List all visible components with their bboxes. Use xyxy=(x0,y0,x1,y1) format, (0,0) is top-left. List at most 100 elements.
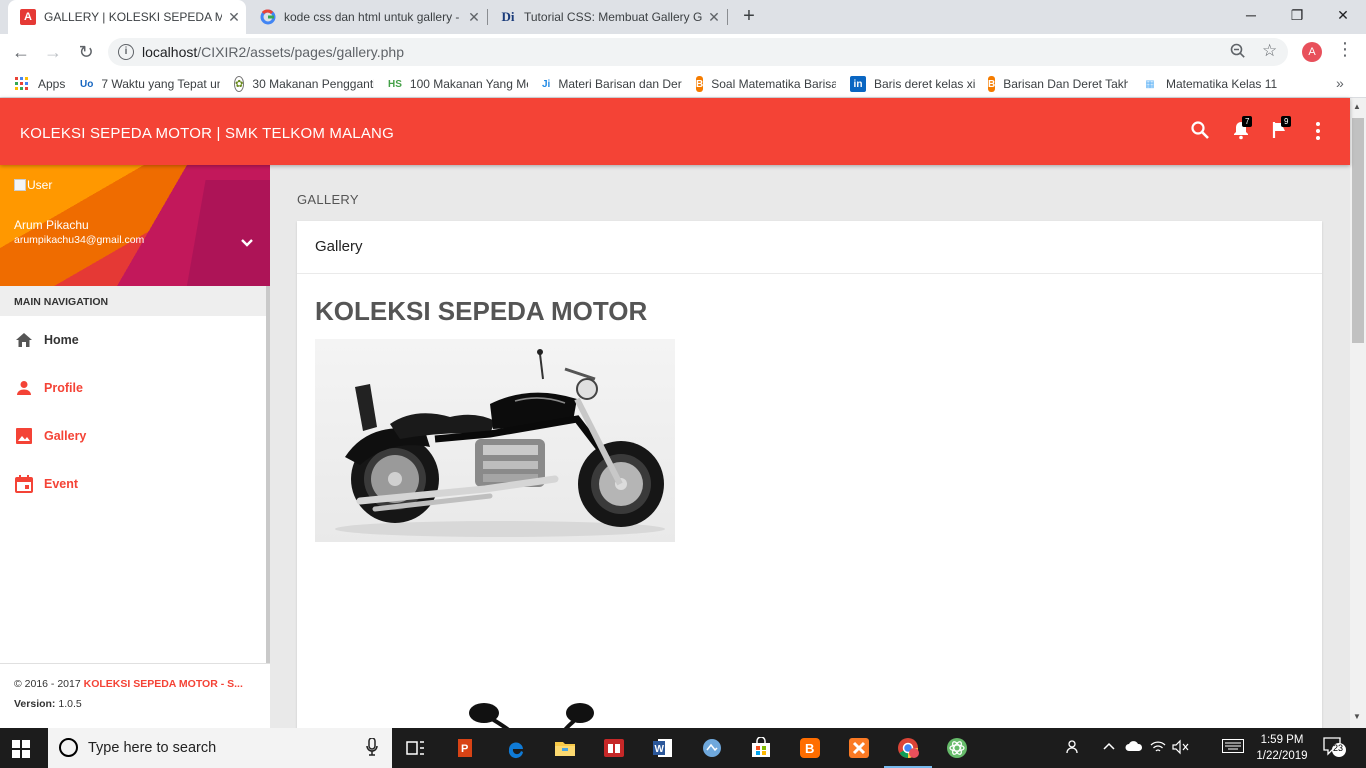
apps-grid-icon xyxy=(14,76,30,92)
microphone-icon[interactable] xyxy=(366,737,378,756)
svg-text:B: B xyxy=(805,741,814,756)
notification-badge: 7 xyxy=(1242,116,1253,127)
bookmark-item[interactable]: B Barisan Dan Deret Takhingga... xyxy=(988,76,1128,92)
store-icon[interactable] xyxy=(747,734,775,762)
address-bar[interactable]: i localhost/CIXIR2/assets/pages/gallery.… xyxy=(108,38,1288,66)
task-view-icon[interactable] xyxy=(402,734,430,762)
volume-mute-icon[interactable] xyxy=(1172,739,1190,758)
bookmark-item[interactable]: ✿ 30 Makanan Pengganti... xyxy=(234,76,374,92)
decorative-shape xyxy=(184,180,270,286)
minimize-button[interactable]: ─ xyxy=(1228,0,1274,30)
chevron-up-icon[interactable] xyxy=(1102,739,1116,756)
main-navigation: Home Profile Gallery Event xyxy=(0,316,266,508)
copyright-years: © 2016 - 2017 xyxy=(14,678,84,690)
action-center-button[interactable]: 23 xyxy=(1322,736,1346,761)
user-name: Arum Pikachu xyxy=(14,218,89,232)
chrome-icon[interactable] xyxy=(884,734,932,768)
version-label: Version: xyxy=(14,698,56,710)
scrollbar-thumb[interactable] xyxy=(1352,118,1364,343)
profile-avatar[interactable]: A xyxy=(1302,42,1322,62)
info-icon[interactable]: i xyxy=(118,44,134,60)
keyboard-icon[interactable] xyxy=(1222,739,1244,756)
google-g-icon xyxy=(260,9,276,25)
uo-logo-icon: Uo xyxy=(80,78,94,90)
edge-browser-icon[interactable] xyxy=(502,734,530,762)
sidebar-item-event[interactable]: Event xyxy=(0,460,266,508)
blogger-icon: B xyxy=(696,76,704,92)
people-icon[interactable] xyxy=(1066,739,1082,758)
bookmark-star-icon[interactable]: ☆ xyxy=(1262,41,1277,61)
sidebar-item-gallery[interactable]: Gallery xyxy=(0,412,266,460)
new-tab-button[interactable]: + xyxy=(738,5,760,27)
nav-header: MAIN NAVIGATION xyxy=(0,286,266,316)
gallery-card: Gallery KOLEKSI SEPEDA MOTOR xyxy=(297,221,1322,741)
bookmark-label: Barisan Dan Deret Takhingga... xyxy=(1003,77,1128,91)
tab-title: kode css dan html untuk gallery - Google… xyxy=(284,10,462,24)
motorcycle-photo[interactable] xyxy=(315,339,675,542)
copyright-brand[interactable]: KOLEKSI SEPEDA MOTOR - S... xyxy=(84,678,243,690)
tab-gallery[interactable]: A GALLERY | KOLESKI SEPEDA MOTOR | SMK T… xyxy=(8,0,246,34)
xampp-icon[interactable] xyxy=(845,734,873,762)
browser-menu-icon[interactable]: ⋮ xyxy=(1336,39,1354,60)
left-sidebar: User Arum Pikachu arumpikachu34@gmail.co… xyxy=(0,165,270,728)
bookmark-item[interactable]: ▦ Matematika Kelas 11 xyxy=(1142,76,1282,92)
url-text[interactable]: localhost/CIXIR2/assets/pages/gallery.ph… xyxy=(142,44,404,60)
file-explorer-icon[interactable] xyxy=(551,734,579,762)
windows-taskbar: Type here to search P W B 1:59 PM 1/22/2… xyxy=(0,728,1366,768)
blogger-app-icon[interactable]: B xyxy=(796,734,824,762)
reload-icon[interactable]: ↻ xyxy=(75,41,97,63)
more-vert-icon[interactable] xyxy=(1310,120,1334,144)
close-icon[interactable]: ✕ xyxy=(702,9,726,26)
app-brand[interactable]: KOLEKSI SEPEDA MOTOR | SMK TELKOM MALANG xyxy=(20,125,394,142)
word-icon[interactable]: W xyxy=(649,734,677,762)
close-icon[interactable]: ✕ xyxy=(222,9,246,26)
user-email: arumpikachu34@gmail.com xyxy=(14,234,145,246)
scroll-down-arrow-icon[interactable]: ▼ xyxy=(1353,712,1361,721)
tasks-badge: 9 xyxy=(1281,116,1292,127)
bookmark-label: Apps xyxy=(38,77,66,91)
food-icon: ✿ xyxy=(234,76,245,92)
tab-google-search[interactable]: kode css dan html untuk gallery - Google… xyxy=(248,0,486,34)
page-scrollbar[interactable]: ▲ ▼ xyxy=(1350,98,1366,728)
page-icon: ▦ xyxy=(1145,78,1155,90)
chevron-down-icon[interactable] xyxy=(240,235,254,251)
scroll-up-arrow-icon[interactable]: ▲ xyxy=(1353,102,1361,111)
url-path: /CIXIR2/assets/pages/gallery.php xyxy=(197,44,405,60)
bookmark-item[interactable]: B Soal Matematika Barisan... xyxy=(696,76,836,92)
forward-arrow-icon[interactable]: → xyxy=(42,41,64,63)
windows-start-icon[interactable] xyxy=(12,740,30,758)
flag-app-icon[interactable]: P xyxy=(452,734,480,762)
bookmark-item[interactable]: in Baris deret kelas xi xyxy=(850,76,980,92)
home-icon xyxy=(14,330,34,350)
atom-icon[interactable] xyxy=(943,734,971,762)
sidebar-item-profile[interactable]: Profile xyxy=(0,364,266,412)
sidebar-item-label: Home xyxy=(44,333,79,347)
bookmark-label: 30 Makanan Pengganti... xyxy=(252,77,374,91)
taskbar-clock[interactable]: 1:59 PM 1/22/2019 xyxy=(1252,732,1312,764)
cloud-app-icon[interactable] xyxy=(698,734,726,762)
search-icon[interactable] xyxy=(1190,120,1214,144)
sidebar-item-home[interactable]: Home xyxy=(0,316,266,364)
bookmark-apps[interactable]: Apps xyxy=(14,76,65,92)
notifications-button[interactable]: 7 xyxy=(1231,116,1255,144)
bookmark-item[interactable]: Ji Materi Barisan dan Deret... xyxy=(542,76,682,92)
bookmark-item[interactable]: HS 100 Makanan Yang Mengandung... xyxy=(388,76,528,92)
taskbar-search-box[interactable]: Type here to search xyxy=(48,728,392,768)
reader-app-icon[interactable] xyxy=(600,734,628,762)
restore-button[interactable]: ❐ xyxy=(1274,0,1320,30)
bookmark-label: Soal Matematika Barisan... xyxy=(711,77,836,91)
clock-date: 1/22/2019 xyxy=(1256,750,1308,762)
bookmark-item[interactable]: Uo 7 Waktu yang Tepat untuk... xyxy=(80,76,220,92)
close-window-button[interactable]: ✕ xyxy=(1320,0,1366,30)
chevron-right-icon[interactable]: » xyxy=(1336,75,1344,91)
zoom-icon[interactable] xyxy=(1230,43,1246,64)
back-arrow-icon[interactable]: ← xyxy=(10,41,32,63)
onedrive-cloud-icon[interactable] xyxy=(1125,739,1143,756)
tab-tutorial-css[interactable]: Di Tutorial CSS: Membuat Gallery Gambar … xyxy=(488,0,726,34)
wifi-icon[interactable] xyxy=(1150,739,1166,758)
close-icon[interactable]: ✕ xyxy=(462,9,486,26)
clock-time: 1:59 PM xyxy=(1260,734,1304,746)
bookmark-label: Materi Barisan dan Deret... xyxy=(558,77,682,91)
bookmark-label: 7 Waktu yang Tepat untuk... xyxy=(101,77,220,91)
tasks-button[interactable]: 9 xyxy=(1270,116,1294,144)
